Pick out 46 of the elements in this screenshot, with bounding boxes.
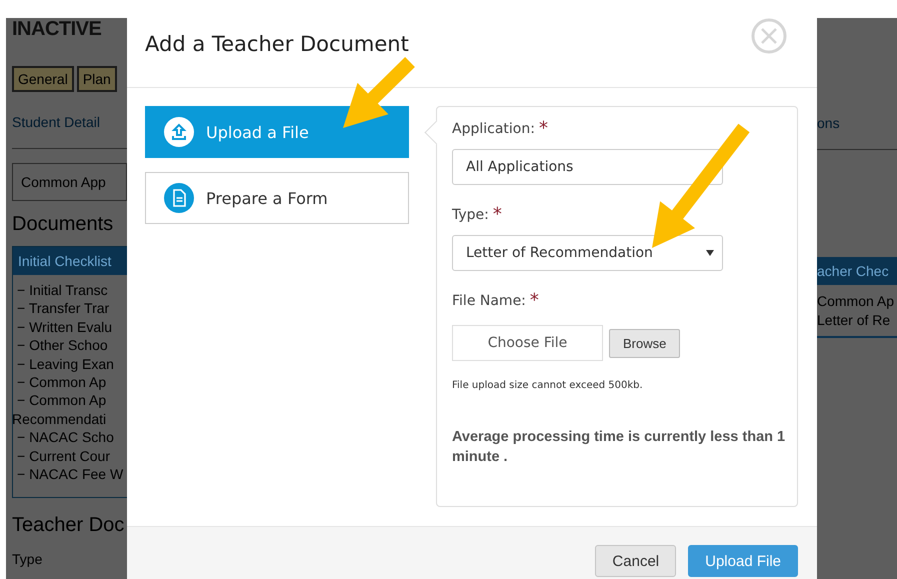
checklist-item: − Transfer Trar xyxy=(16,299,110,318)
annotation-arrow xyxy=(343,57,415,128)
checklist-item: − Common Ap xyxy=(16,391,106,410)
nav-link[interactable]: ons xyxy=(817,115,840,131)
processing-note: Average processing time is currently less than 1 minute . xyxy=(452,428,786,467)
checklist-item: − NACAC Fee W xyxy=(16,465,124,484)
tab[interactable]: General xyxy=(12,66,74,92)
checklist-item: − Current Cour xyxy=(16,446,110,466)
upload-icon xyxy=(164,117,194,147)
browse-button[interactable]: Browse xyxy=(609,328,680,358)
checklist-item: − Written Evalu xyxy=(16,318,112,336)
section-heading: Teacher Doc xyxy=(12,514,124,538)
tab[interactable]: Plan xyxy=(76,66,117,92)
checklist-title: Initial Checklist xyxy=(18,253,112,269)
size-note: File upload size cannot exceed 500kb. xyxy=(452,380,643,391)
close-icon[interactable] xyxy=(751,18,787,54)
checklist-item: − Initial Transc xyxy=(16,281,108,300)
field-label: File Name: xyxy=(452,293,526,309)
required-mark: * xyxy=(530,293,539,309)
checklist-item: − Common Ap xyxy=(16,373,106,392)
filter-dropdown[interactable]: Common App xyxy=(12,163,127,201)
checklist-item: Letter of Re xyxy=(817,311,890,330)
cancel-button[interactable]: Cancel xyxy=(595,545,676,577)
checklist-title: acher Chec xyxy=(817,263,889,279)
upload-button[interactable]: Upload File xyxy=(688,545,798,577)
required-mark: * xyxy=(538,121,548,137)
checklist-item: − Other Schoo xyxy=(16,336,108,355)
checklist-item: Common Ap xyxy=(817,292,894,311)
field-label: Type: xyxy=(452,207,489,223)
dialog-title: Add a Teacher Document xyxy=(145,32,409,56)
option-button[interactable]: Prepare a Form xyxy=(145,172,409,224)
field-label: Application: xyxy=(452,121,535,137)
required-mark: * xyxy=(492,207,502,223)
checklist-item: − NACAC Scho xyxy=(16,428,114,447)
option-button[interactable]: Upload a File xyxy=(145,106,409,158)
type-dropdown[interactable]: Letter of Recommendation xyxy=(452,235,723,271)
section-heading: Documents xyxy=(12,213,114,236)
column-header[interactable]: Type xyxy=(12,551,42,568)
status-label: INACTIVE xyxy=(12,18,102,40)
input-field[interactable]: All Applications xyxy=(452,149,723,185)
document-icon xyxy=(164,183,194,213)
nav-link[interactable]: Student Detail xyxy=(12,114,100,130)
checklist-item: Recommendati xyxy=(12,410,106,428)
caret-icon xyxy=(706,250,714,256)
checklist-item: − Leaving Exan xyxy=(16,354,114,374)
file-field[interactable]: Choose File xyxy=(452,325,603,361)
